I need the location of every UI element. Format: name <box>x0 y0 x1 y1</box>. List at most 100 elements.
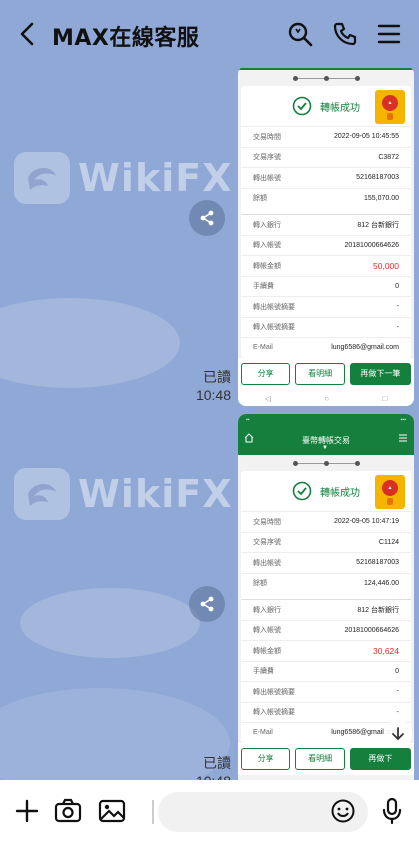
receipt-row-value: - <box>396 688 399 696</box>
watermark: WikiFX <box>14 468 233 520</box>
receipt-row-label: 轉出帳號摘要 <box>253 303 295 311</box>
menu-icon[interactable] <box>375 20 403 48</box>
next-transfer-button: 再做下 <box>349 747 412 770</box>
details-button: 看明細 <box>295 362 345 385</box>
success-text: 轉帳成功 <box>320 102 360 114</box>
receipt-row-value: 52168187003 <box>356 559 399 567</box>
receipt-row-label: 轉入銀行 <box>253 221 281 229</box>
microphone-icon[interactable] <box>377 796 407 826</box>
home-icon <box>244 433 254 445</box>
message-time: 10:48 <box>196 772 231 780</box>
receipt-row-label: 轉入帳號摘要 <box>253 709 295 717</box>
page-indicator <box>238 70 414 86</box>
page-indicator <box>238 455 414 471</box>
receipt-row: 轉出帳號 52168187003 <box>241 167 411 188</box>
receipt-row: 轉帳金額 50,000 <box>241 255 411 276</box>
wikifx-logo-icon <box>14 468 70 520</box>
receipt-row: 交易序號 C1124 <box>241 531 411 553</box>
receipt-row-label: 轉帳金額 <box>253 262 281 270</box>
receipt-row-label: 交易序號 <box>253 539 281 547</box>
receipt-row-value: 2022-09-05 10:45:55 <box>334 133 399 141</box>
receipt-row: 交易序號 C3872 <box>241 146 411 168</box>
receipt-row: 轉出帳號摘要 - <box>241 296 411 317</box>
receipt-row-value: 50,000 <box>373 260 399 271</box>
receipt-image-1[interactable]: 轉帳成功 ▲ 交易時間 2022-09-05 10:45:55 交易序號 C3872 轉… <box>238 68 414 406</box>
share-icon[interactable] <box>189 586 225 622</box>
read-status: 已讀 10:48 <box>196 754 231 780</box>
check-circle-icon <box>292 481 312 501</box>
receipt-row-value: - <box>396 708 399 716</box>
receipt-row-label: 手續費 <box>253 283 274 291</box>
plus-icon[interactable] <box>12 796 42 826</box>
receipt-row: 轉入帳號 20181000664626 <box>241 619 411 641</box>
receipt-row-value: 0 <box>395 667 399 675</box>
bank-app-title: 臺幣轉帳交易 <box>302 435 350 445</box>
receipt-row-label: E-Mail <box>253 344 273 352</box>
receipt-row-value: C3872 <box>378 153 399 161</box>
camera-icon[interactable] <box>53 796 83 826</box>
emoji-icon[interactable] <box>328 796 358 826</box>
receipt-row: 餘額 155,070.00 <box>241 187 411 209</box>
receipt-row-label: 轉出帳號摘要 <box>253 688 295 696</box>
chat-area[interactable]: WikiFX WikiFX 已讀 10:48 轉帳成功 ▲ 交易時間 2022-0… <box>0 68 419 780</box>
receipt-row-label: 轉出帳號 <box>253 174 281 182</box>
share-button: 分享 <box>241 362 291 385</box>
receipt-row-label: 轉入銀行 <box>253 606 281 614</box>
receipt-row-label: 轉出帳號 <box>253 559 281 567</box>
receipt-row: 轉入帳號摘要 - <box>241 316 411 338</box>
receipt-row: E-Mail lung6586@gmail.com <box>241 337 411 358</box>
bank-app-bar: 臺幣轉帳交易 ▼ <box>238 425 414 455</box>
phone-navbar: ◁ ○ □ <box>238 389 414 406</box>
receipt-row-label: 轉入帳號 <box>253 627 281 635</box>
share-icon[interactable] <box>189 200 225 236</box>
receipt-row-value: 155,070.00 <box>363 194 399 202</box>
background-cloud <box>0 298 180 388</box>
receipt-row-value: - <box>396 303 399 311</box>
receipt-row: 轉出帳號摘要 - <box>241 681 411 702</box>
receipt-row: 轉入銀行 812 台新銀行 <box>241 599 411 620</box>
scroll-down-icon[interactable] <box>384 720 412 748</box>
phone-status-bar: ▪▪ ▪▪▪ <box>238 414 414 425</box>
chat-header: MAX在線客服 <box>0 0 419 68</box>
nav-recent-icon: □ <box>382 394 388 403</box>
phone-icon[interactable] <box>331 20 359 48</box>
wikifx-logo-icon <box>14 152 70 204</box>
receipt-row-label: 轉入帳號摘要 <box>253 324 295 332</box>
back-arrow-icon[interactable] <box>14 20 42 48</box>
receipt-rows: 交易時間 2022-09-05 10:47:19 交易序號 C1124 轉出帳號 5216… <box>241 511 411 743</box>
chat-title: MAX在線客服 <box>52 26 200 51</box>
read-label: 已讀 <box>203 369 231 385</box>
receipt-row: 轉入帳號 20181000664626 <box>241 234 411 256</box>
receipt-row-value: 124,446.00 <box>363 579 399 587</box>
status-left-icon: ▪▪ <box>246 417 250 423</box>
receipt-row-value: 812 台新銀行 <box>357 221 399 229</box>
receipt-row-value: - <box>396 323 399 331</box>
success-text: 轉帳成功 <box>320 487 360 499</box>
background-cloud <box>20 588 200 658</box>
read-label: 已讀 <box>203 755 231 771</box>
receipt-row-label: 手續費 <box>253 668 274 676</box>
receipt-row: 轉入帳號摘要 - <box>241 701 411 723</box>
receipt-actions: 分享 看明細 再做下一筆 <box>238 357 414 390</box>
receipt-row-label: 轉帳金額 <box>253 647 281 655</box>
receipt-row: 轉入銀行 812 台新銀行 <box>241 214 411 235</box>
receipt-actions: 分享 看明細 再做下 <box>238 742 414 775</box>
read-status: 已讀 10:48 <box>196 368 231 404</box>
watermark: WikiFX <box>14 152 233 204</box>
image-icon[interactable] <box>97 796 127 826</box>
watermark-text: WikiFX <box>78 156 233 200</box>
message-input-bar <box>0 780 419 845</box>
receipt-row-label: 餘額 <box>253 195 267 203</box>
receipt-panel: 轉帳成功 ▲ 交易時間 2022-09-05 10:45:55 交易序號 C3872 轉… <box>241 86 411 358</box>
receipt-row-value: C1124 <box>378 538 399 546</box>
receipt-row: 餘額 124,446.00 <box>241 572 411 594</box>
receipt-row-value: 20181000664626 <box>344 241 399 249</box>
dropdown-caret-icon: ▼ <box>322 445 328 451</box>
nav-back-icon: ◁ <box>264 394 271 403</box>
receipt-row: 轉帳金額 30,624 <box>241 640 411 661</box>
search-icon[interactable] <box>286 20 314 48</box>
receipt-row: 手續費 0 <box>241 275 411 297</box>
receipt-row-label: E-Mail <box>253 729 273 737</box>
receipt-row-label: 餘額 <box>253 580 267 588</box>
receipt-row-value: 2022-09-05 10:47:19 <box>334 518 399 526</box>
